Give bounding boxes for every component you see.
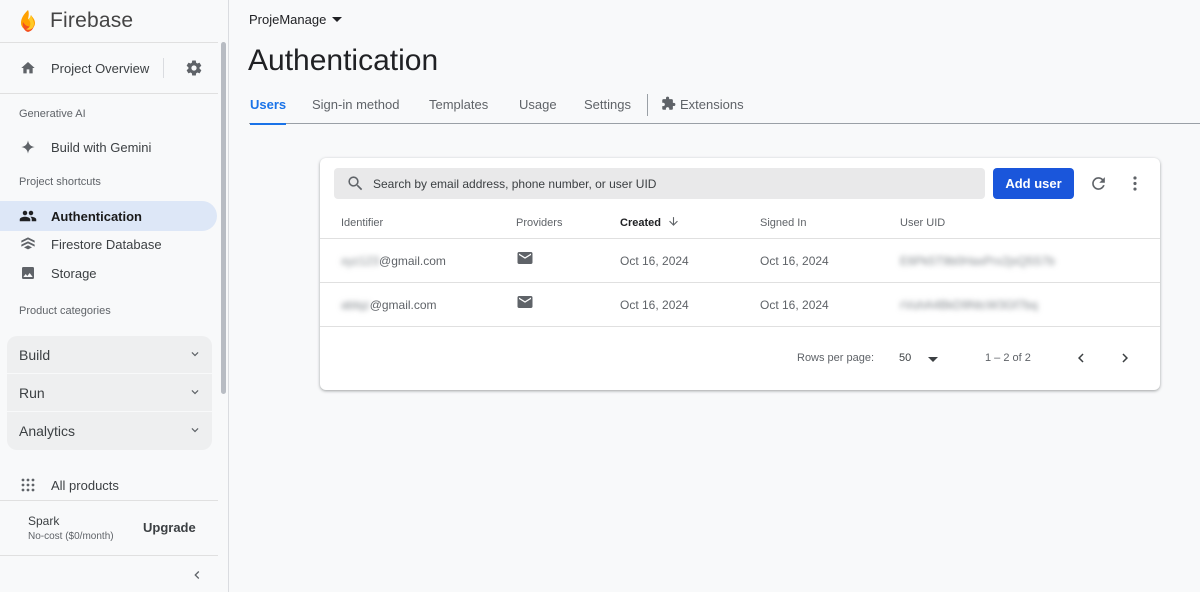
divider <box>0 555 218 556</box>
divider <box>320 326 1160 327</box>
project-selector[interactable]: ProjeManage <box>249 12 343 27</box>
column-header-created[interactable]: Created <box>620 217 661 229</box>
column-header-providers[interactable]: Providers <box>516 217 562 229</box>
collapse-sidebar-icon[interactable] <box>189 567 205 588</box>
divider <box>0 93 218 94</box>
nav-storage[interactable]: Storage <box>0 258 218 288</box>
gear-icon[interactable] <box>185 59 203 82</box>
upgrade-button[interactable]: Upgrade <box>143 520 196 535</box>
grid-icon <box>19 476 37 494</box>
mail-icon <box>516 249 534 272</box>
search-icon <box>346 174 365 198</box>
arrow-down-icon[interactable] <box>667 215 680 233</box>
caret-down-icon <box>332 17 343 22</box>
tab-usage[interactable]: Usage <box>519 97 557 124</box>
nav-label: Firestore Database <box>51 236 162 252</box>
divider <box>320 282 1160 283</box>
project-name: ProjeManage <box>249 12 327 27</box>
uid-cell[interactable]: E6Pk5T9b0HaxPrx2jsQ5S7b <box>900 254 1055 268</box>
created-cell: Oct 16, 2024 <box>620 298 689 312</box>
section-label: Project shortcuts <box>19 176 101 188</box>
sparkle-icon <box>19 138 37 156</box>
users-card: Search by email address, phone number, o… <box>320 158 1160 390</box>
refresh-icon[interactable] <box>1089 174 1108 198</box>
category-run[interactable]: Run <box>7 374 212 411</box>
chevron-down-icon <box>188 347 202 366</box>
nav-all-products[interactable]: All products <box>0 470 218 500</box>
firestore-icon <box>19 235 37 253</box>
tab-settings[interactable]: Settings <box>584 97 631 124</box>
page-title: Authentication <box>248 44 439 77</box>
uid-cell[interactable]: rVuhA4BkD9NtcW3Gf7bq <box>900 298 1038 312</box>
tab-bar: Users Sign-in method Templates Usage Set… <box>249 94 1200 125</box>
category-analytics[interactable]: Analytics <box>7 412 212 450</box>
pagination-range: 1 – 2 of 2 <box>985 352 1031 364</box>
tab-divider <box>647 94 648 116</box>
search-input[interactable]: Search by email address, phone number, o… <box>334 168 985 199</box>
brand-name: Firebase <box>50 9 134 32</box>
rows-per-page-label: Rows per page: <box>797 352 875 364</box>
tab-extensions[interactable]: Extensions <box>661 96 744 124</box>
nav-build-with-gemini[interactable]: Build with Gemini <box>0 132 218 162</box>
identifier-domain: @gmail.com <box>379 254 446 268</box>
people-icon <box>19 207 37 225</box>
chevron-right-icon[interactable] <box>1116 349 1134 372</box>
divider <box>0 42 218 43</box>
plan-cost: No-cost ($0/month) <box>28 531 114 542</box>
tab-templates[interactable]: Templates <box>429 97 488 124</box>
divider <box>163 58 164 78</box>
divider <box>320 238 1160 239</box>
divider <box>0 500 218 501</box>
sidebar: Firebase Project Overview Generative AI … <box>0 0 229 592</box>
category-label: Analytics <box>19 423 76 439</box>
section-label: Product categories <box>19 305 111 317</box>
column-header-signed-in[interactable]: Signed In <box>760 217 806 229</box>
home-icon <box>19 59 37 77</box>
nav-label: Build with Gemini <box>51 139 152 155</box>
tab-sign-in-method[interactable]: Sign-in method <box>312 97 399 124</box>
chevron-left-icon[interactable] <box>1072 349 1090 372</box>
nav-label: Authentication <box>51 208 142 224</box>
tab-users[interactable]: Users <box>250 97 287 125</box>
brand[interactable]: Firebase <box>18 8 133 34</box>
nav-firestore-database[interactable]: Firestore Database <box>0 229 218 259</box>
category-label: Build <box>19 346 51 363</box>
search-placeholder: Search by email address, phone number, o… <box>373 176 657 191</box>
mail-icon <box>516 293 534 316</box>
category-build[interactable]: Build <box>7 336 212 373</box>
identifier-cell: xyz123@gmail.com <box>341 254 446 268</box>
nav-authentication[interactable]: Authentication <box>0 201 217 231</box>
redacted-text: ablqz <box>341 298 370 312</box>
nav-label: Storage <box>51 265 97 281</box>
category-label: Run <box>19 384 45 401</box>
nav-label: All products <box>51 477 119 493</box>
plan-name: Spark <box>28 514 60 528</box>
identifier-domain: @gmail.com <box>369 298 437 312</box>
redacted-text: xyz123 <box>341 254 380 268</box>
chevron-down-icon <box>188 423 202 442</box>
extension-icon <box>662 96 676 110</box>
sidebar-scrollbar[interactable] <box>221 42 226 394</box>
identifier-cell: ablqz@gmail.com <box>341 298 437 312</box>
more-vert-icon[interactable] <box>1128 174 1142 198</box>
signed-in-cell: Oct 16, 2024 <box>760 298 829 312</box>
caret-down-icon[interactable] <box>928 357 938 362</box>
tab-label: Extensions <box>680 97 744 112</box>
firebase-logo-icon <box>21 10 35 32</box>
signed-in-cell: Oct 16, 2024 <box>760 254 829 268</box>
chevron-down-icon <box>188 385 202 404</box>
column-header-user-uid[interactable]: User UID <box>900 217 945 229</box>
add-user-button[interactable]: Add user <box>993 168 1074 199</box>
nav-label: Project Overview <box>51 60 150 76</box>
image-icon <box>19 264 37 282</box>
section-label: Generative AI <box>19 108 86 120</box>
rows-per-page-select[interactable]: 50 <box>899 352 911 364</box>
created-cell: Oct 16, 2024 <box>620 254 689 268</box>
column-header-identifier[interactable]: Identifier <box>341 217 383 229</box>
